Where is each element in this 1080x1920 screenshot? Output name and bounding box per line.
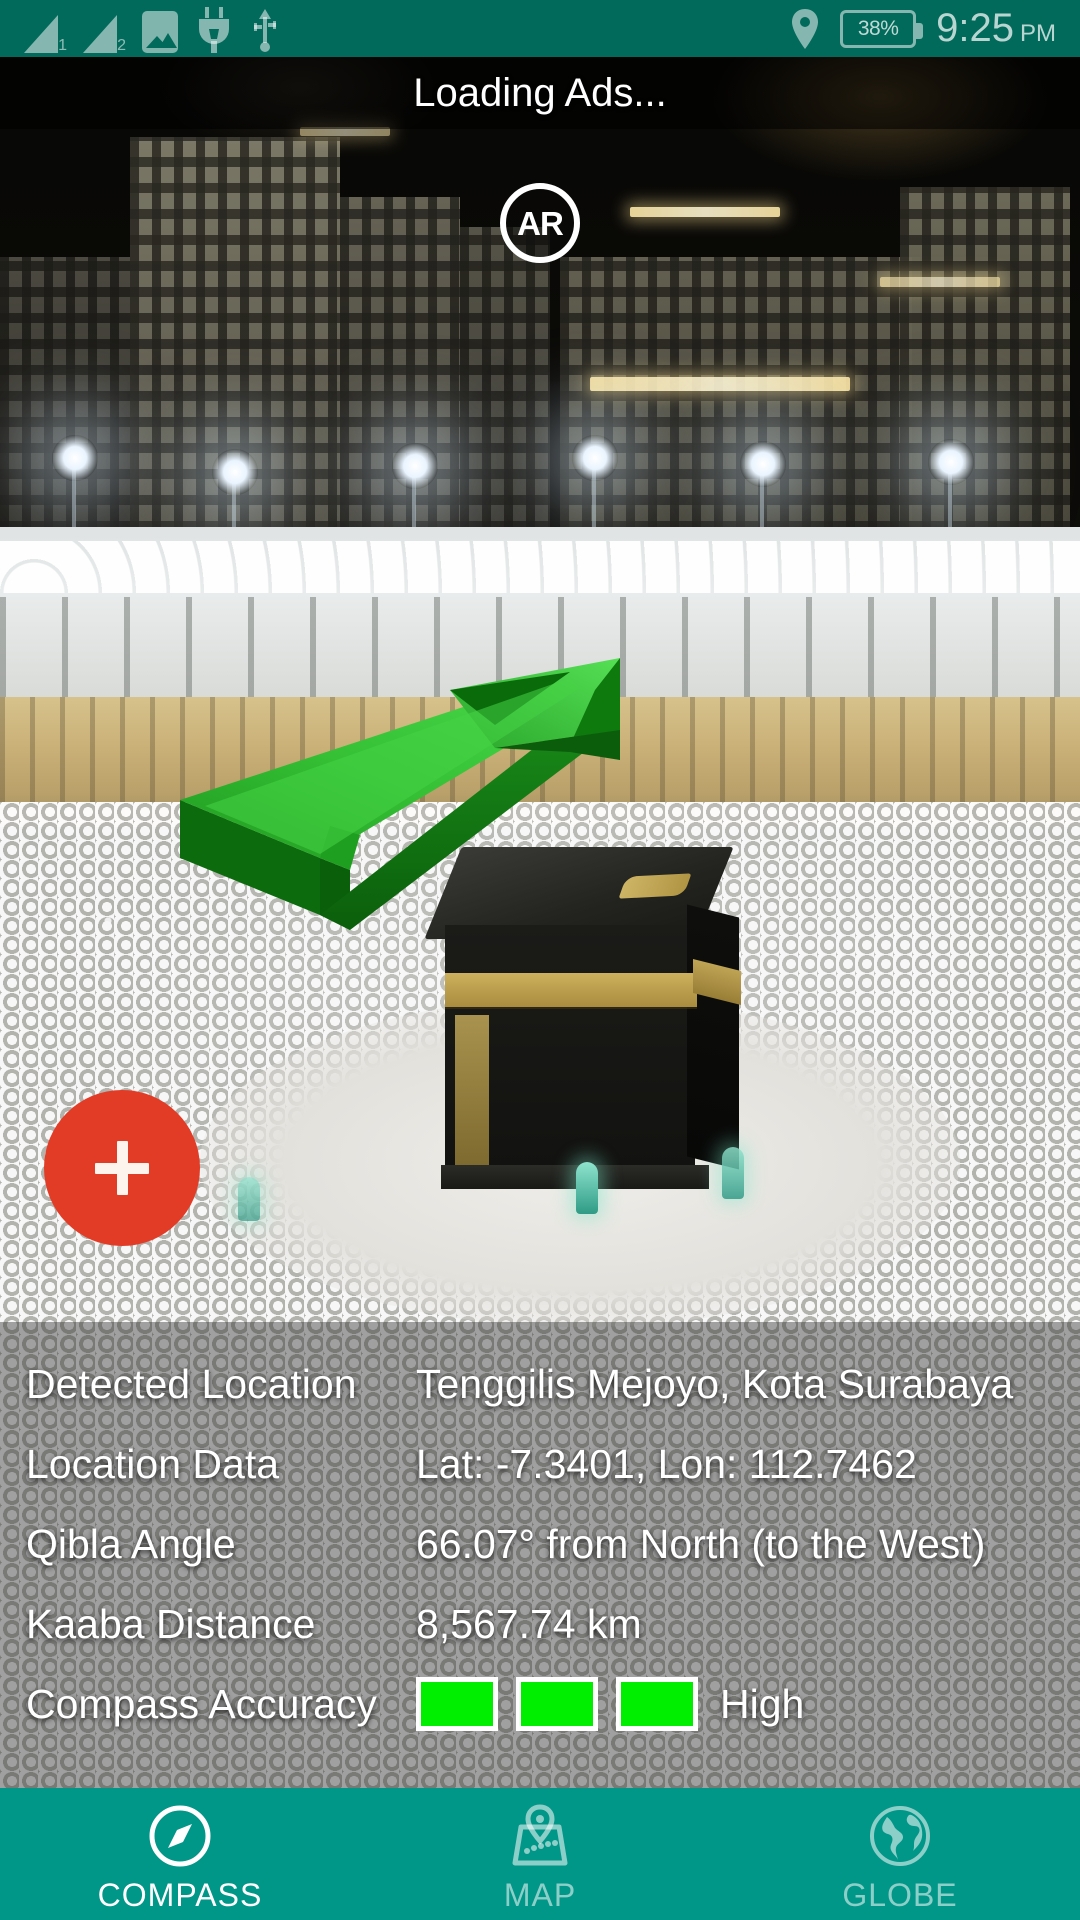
nav-label-globe: GLOBE xyxy=(842,1876,958,1913)
qibla-compass-app: Loading Ads... AR 1 2 38% 9:25 PM Detect… xyxy=(0,0,1080,1920)
mataf-lamp xyxy=(238,1177,260,1221)
add-button[interactable] xyxy=(44,1090,200,1246)
ar-mode-button[interactable]: AR xyxy=(500,183,580,263)
mataf-lamp xyxy=(576,1162,598,1214)
info-row-kaaba-distance: Kaaba Distance 8,567.74 km xyxy=(0,1584,1080,1664)
mosque-colonnade xyxy=(0,527,1080,717)
qibla-info-panel: Detected Location Tenggilis Mejoyo, Kota… xyxy=(0,1322,1080,1788)
usb-icon xyxy=(250,7,280,53)
status-bar: 1 2 38% 9:25 PM xyxy=(0,0,1080,57)
nav-label-map: MAP xyxy=(503,1876,577,1913)
location-data-label: Location Data xyxy=(26,1440,280,1487)
status-bar-right-icons: 38% 9:25 PM xyxy=(790,6,1056,51)
location-data-value: Lat: -7.3401, Lon: 112.7462 xyxy=(416,1440,917,1487)
battery-indicator: 38% xyxy=(840,9,924,48)
nav-label-compass: COMPASS xyxy=(97,1876,263,1913)
nav-item-compass[interactable]: COMPASS xyxy=(0,1788,360,1920)
nav-item-map[interactable]: MAP xyxy=(360,1788,720,1920)
info-row-detected-location: Detected Location Tenggilis Mejoyo, Kota… xyxy=(0,1344,1080,1424)
info-row-location-data: Location Data Lat: -7.3401, Lon: 112.746… xyxy=(0,1424,1080,1504)
battery-percent-label: 38% xyxy=(857,16,899,40)
compass-icon xyxy=(145,1801,215,1871)
qibla-angle-label: Qibla Angle xyxy=(26,1520,236,1567)
ar-button-label: AR xyxy=(517,204,564,242)
compass-accuracy-value: High xyxy=(720,1680,805,1727)
kaaba-distance-label: Kaaba Distance xyxy=(26,1600,316,1647)
globe-icon xyxy=(865,1801,935,1871)
kaaba-distance-value: 8,567.74 km xyxy=(416,1600,642,1647)
clock-time: 9:25 xyxy=(936,6,1014,50)
detected-location-value: Tenggilis Mejoyo, Kota Surabaya xyxy=(416,1360,1014,1407)
detected-location-label: Detected Location xyxy=(26,1360,357,1407)
loading-ads-banner: Loading Ads... xyxy=(0,57,1080,129)
clock: 9:25 PM xyxy=(936,6,1056,51)
compass-accuracy-label: Compass Accuracy xyxy=(26,1680,377,1727)
clock-ampm: PM xyxy=(1020,20,1056,47)
compass-accuracy-bars xyxy=(416,1677,698,1731)
map-pin-icon xyxy=(505,1801,575,1871)
bottom-navigation-bar: COMPASS MAP GLOBE xyxy=(0,1788,1080,1920)
accuracy-bar xyxy=(416,1677,498,1731)
power-plug-icon xyxy=(195,7,233,53)
location-pin-icon xyxy=(790,7,820,51)
plus-icon xyxy=(116,1141,128,1195)
loading-ads-text: Loading Ads... xyxy=(413,70,667,115)
info-row-compass-accuracy: Compass Accuracy High xyxy=(0,1664,1080,1744)
mataf-lamp xyxy=(722,1147,744,1199)
qibla-angle-value: 66.07° from North (to the West) xyxy=(416,1520,986,1567)
signal-bars-1-icon: 1 xyxy=(24,13,67,54)
status-bar-left-icons: 1 2 xyxy=(24,0,280,57)
accuracy-bar xyxy=(516,1677,598,1731)
sim1-label: 1 xyxy=(58,37,67,54)
nav-item-globe[interactable]: GLOBE xyxy=(720,1788,1080,1920)
kaaba xyxy=(424,847,745,1202)
sim2-label: 2 xyxy=(117,37,126,54)
signal-bars-2-icon: 2 xyxy=(83,13,126,54)
accuracy-bar xyxy=(616,1677,698,1731)
image-icon xyxy=(142,11,178,53)
info-row-qibla-angle: Qibla Angle 66.07° from North (to the We… xyxy=(0,1504,1080,1584)
